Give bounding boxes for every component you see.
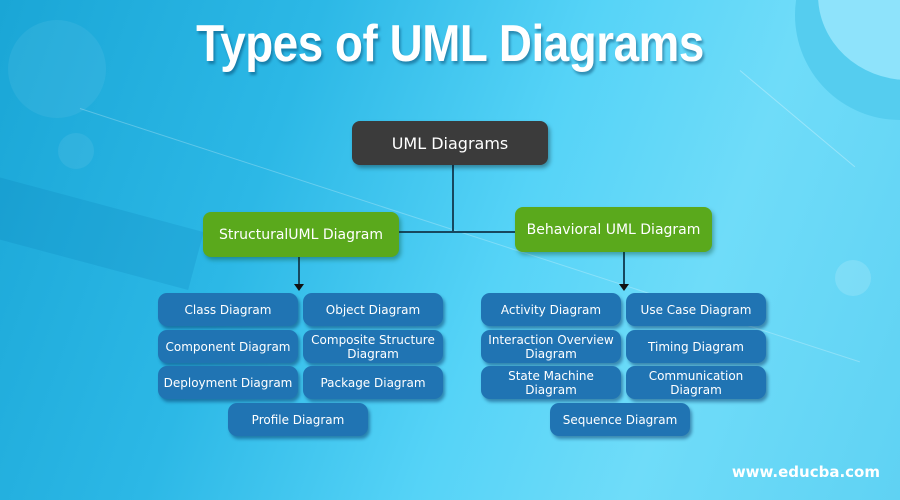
arrow-down-icon xyxy=(294,284,304,291)
leaf-node-timing-diagram: Timing Diagram xyxy=(626,330,766,363)
connector-structural-down xyxy=(298,257,300,285)
watermark-url: www.educba.com xyxy=(731,463,880,481)
decorative-circle xyxy=(835,260,871,296)
category-label: Behavioral UML Diagram xyxy=(526,221,701,238)
root-node-uml-diagrams: UML Diagrams xyxy=(352,121,548,165)
leaf-node-profile-diagram: Profile Diagram xyxy=(228,403,368,436)
leaf-node-object-diagram: Object Diagram xyxy=(303,293,443,326)
arrow-down-icon xyxy=(619,284,629,291)
category-node-structural: StructuralUML Diagram xyxy=(203,212,399,257)
category-node-behavioral: Behavioral UML Diagram xyxy=(515,207,712,252)
leaf-node-interaction-overview-diagram: Interaction Overview Diagram xyxy=(481,330,621,363)
connector-behavioral-down xyxy=(623,252,625,285)
leaf-node-component-diagram: Component Diagram xyxy=(158,330,298,363)
leaf-node-package-diagram: Package Diagram xyxy=(303,366,443,399)
leaf-node-use-case-diagram: Use Case Diagram xyxy=(626,293,766,326)
leaf-node-deployment-diagram: Deployment Diagram xyxy=(158,366,298,399)
decorative-circle xyxy=(58,133,94,169)
leaf-node-sequence-diagram: Sequence Diagram xyxy=(550,403,690,436)
leaf-node-composite-structure-diagram: Composite Structure Diagram xyxy=(303,330,443,363)
page-title: Types of UML Diagrams xyxy=(196,15,704,73)
diagram-canvas: Types of UML Diagrams UML Diagrams Struc… xyxy=(0,0,900,500)
connector-root-vertical xyxy=(452,165,454,233)
decorative-band xyxy=(0,169,204,291)
category-label: StructuralUML Diagram xyxy=(219,226,383,243)
leaf-node-activity-diagram: Activity Diagram xyxy=(481,293,621,326)
leaf-node-communication-diagram: Communication Diagram xyxy=(626,366,766,399)
connector-horizontal xyxy=(399,231,515,233)
leaf-node-class-diagram: Class Diagram xyxy=(158,293,298,326)
root-node-label: UML Diagrams xyxy=(391,133,509,153)
leaf-node-state-machine-diagram: State Machine Diagram xyxy=(481,366,621,399)
